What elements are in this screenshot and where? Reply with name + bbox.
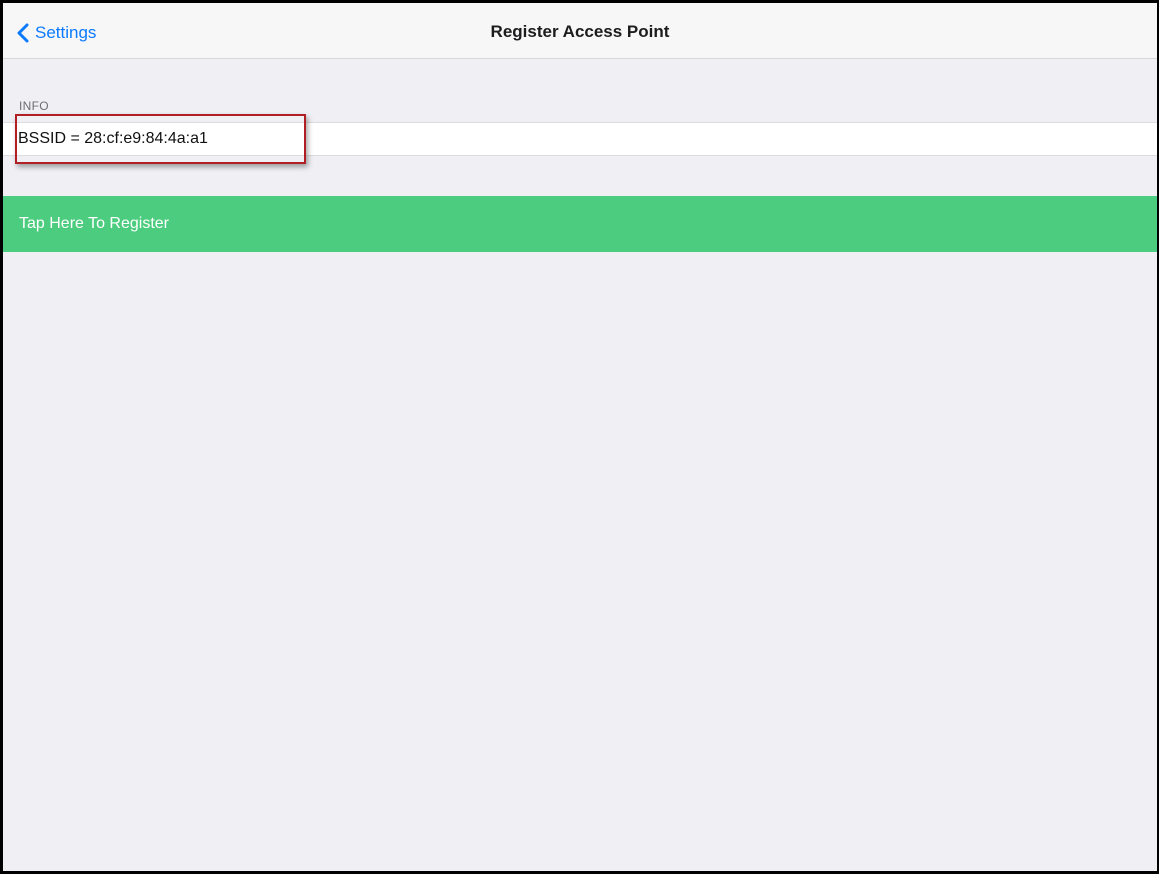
screen: Settings Register Access Point INFO BSSI…	[0, 0, 1159, 874]
register-button[interactable]: Tap Here To Register	[3, 196, 1157, 252]
register-button-label: Tap Here To Register	[19, 215, 169, 232]
section-header-info: INFO	[19, 99, 49, 113]
navigation-bar: Settings Register Access Point	[3, 3, 1157, 59]
bssid-row: BSSID = 28:cf:e9:84:4a:a1	[3, 122, 1157, 156]
page-title: Register Access Point	[490, 22, 670, 41]
bssid-value: BSSID = 28:cf:e9:84:4a:a1	[18, 130, 208, 147]
